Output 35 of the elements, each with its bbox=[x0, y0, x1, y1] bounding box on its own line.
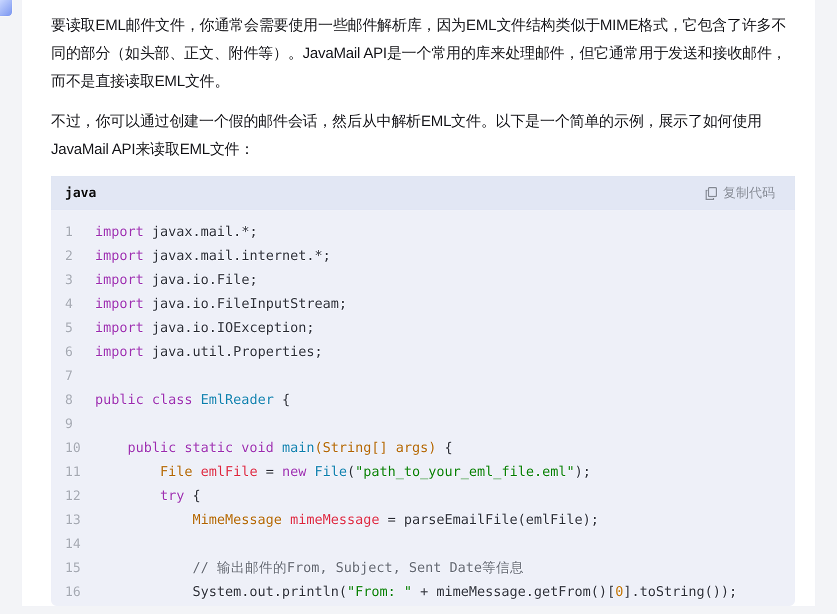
paragraph: 不过，你可以通过创建一个假的邮件会话，然后从中解析EML文件。以下是一个简单的示例，展示了如何使用JavaMail API来读取EML文件： bbox=[51, 112, 764, 160]
code-line: import javax.mail.internet.*; bbox=[95, 248, 331, 264]
code-line: File emlFile = new File("path_to_your_eml_file.eml"); bbox=[159, 464, 591, 480]
code-line: import java.io.File; bbox=[95, 272, 258, 288]
code-line: public static void main(String[] args) { bbox=[126, 440, 453, 456]
app-icon bbox=[0, 0, 12, 16]
code-line: System.out.println("From: " + mimeMessage.getFrom()[0].toString()); bbox=[192, 584, 738, 600]
code-line: public class EmlReader { bbox=[95, 392, 290, 408]
line-number: 5 bbox=[65, 320, 74, 336]
line-number: 2 bbox=[65, 248, 74, 264]
line-number: 6 bbox=[65, 344, 74, 360]
paragraph: 要读取EML邮件文件，你通常会需要使用一些邮件解析库，因为EML文件结构类似于MIME格式，它包含了许多不同的部分（如头部、正文、附件等）。JavaMail API是一个常用的库来处理邮件，但它通常用于发送和接收邮件，而不是直接读取EML文件。 bbox=[51, 16, 788, 92]
copy-button[interactable]: 复制代码 bbox=[705, 184, 775, 202]
line-number: 13 bbox=[65, 512, 82, 528]
line-number: 15 bbox=[65, 560, 82, 576]
code-line: // 输出邮件的From, Subject, Sent Date等信息 bbox=[192, 559, 524, 577]
copy-icon bbox=[705, 186, 717, 200]
line-number: 3 bbox=[65, 272, 74, 288]
line-number: 9 bbox=[65, 416, 74, 432]
line-number: 4 bbox=[65, 296, 74, 312]
language-label: java bbox=[65, 186, 96, 200]
code-line: try { bbox=[159, 488, 201, 504]
line-number: 16 bbox=[65, 584, 82, 600]
line-number: 1 bbox=[65, 224, 74, 240]
code-line: import java.util.Properties; bbox=[95, 344, 323, 360]
line-number: 7 bbox=[65, 368, 74, 384]
code-line: MimeMessage mimeMessage = parseEmailFile(emlFile); bbox=[192, 512, 599, 528]
line-number: 8 bbox=[65, 392, 74, 408]
line-number: 11 bbox=[65, 464, 82, 480]
line-number: 14 bbox=[65, 536, 82, 552]
code-line: import javax.mail.*; bbox=[95, 224, 258, 240]
code-line: import java.io.IOException; bbox=[95, 320, 314, 336]
line-number: 10 bbox=[65, 440, 82, 456]
code-line: import java.io.FileInputStream; bbox=[95, 296, 347, 312]
line-number: 12 bbox=[65, 488, 82, 504]
